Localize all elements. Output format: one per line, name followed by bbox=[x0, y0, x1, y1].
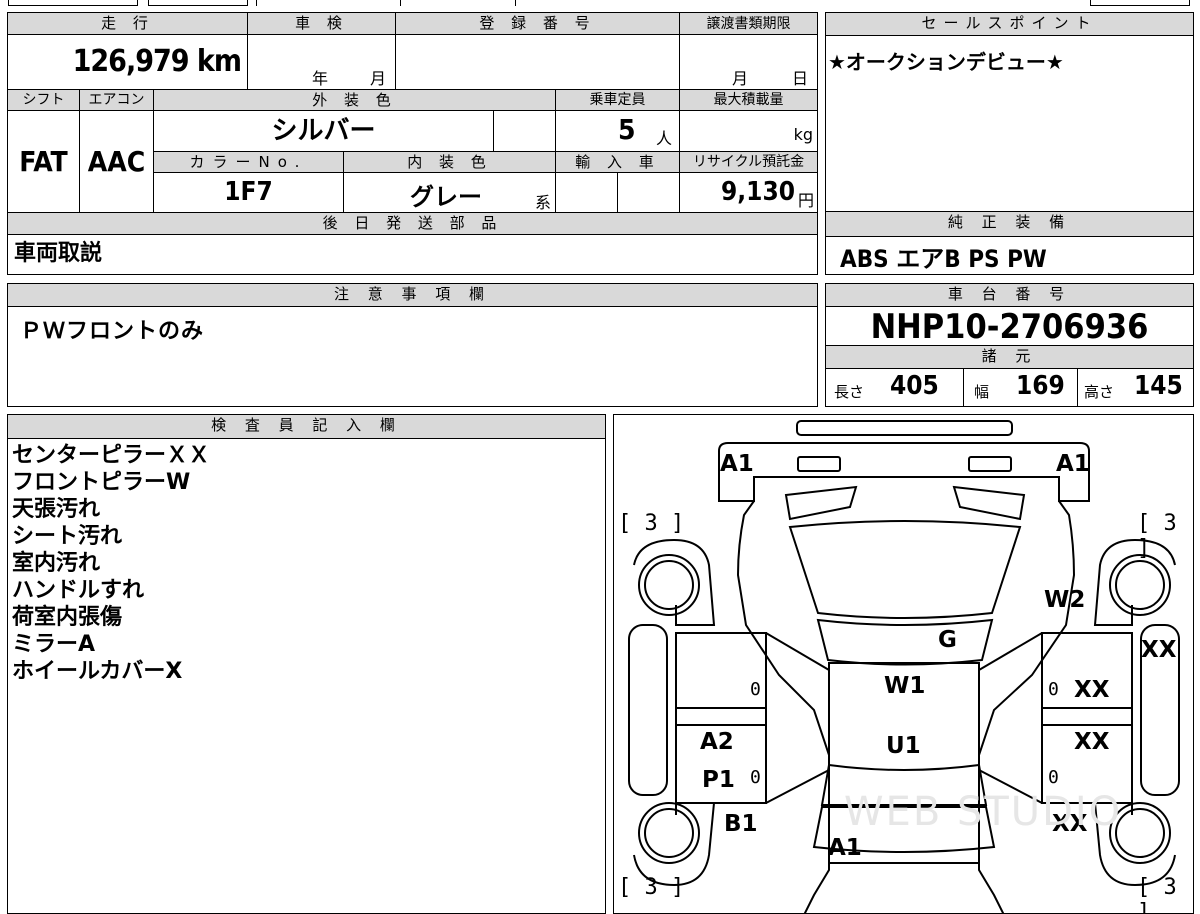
shift-label: シフト bbox=[8, 89, 80, 111]
damage-mark: 0 bbox=[750, 767, 761, 788]
transfer-day: 日 bbox=[792, 69, 809, 88]
inspection-year: 年 bbox=[312, 69, 329, 88]
length-label: 長さ bbox=[834, 383, 865, 401]
inspection-label: 車 検 bbox=[248, 13, 396, 35]
damage-mark: XX bbox=[1141, 637, 1177, 663]
tire-rear-left-label: [ 3 ] bbox=[618, 875, 685, 900]
chassis-value: NHP10-2706936 bbox=[870, 307, 1149, 347]
height-label: 高さ bbox=[1084, 383, 1115, 401]
front-bumper-shape bbox=[796, 420, 1013, 436]
inspector-line: シート汚れ bbox=[12, 524, 123, 549]
import-label: 輸 入 車 bbox=[556, 151, 680, 173]
interior-color-label: 内 装 色 bbox=[344, 151, 556, 173]
notes-label: 注 意 事 項 欄 bbox=[8, 284, 817, 307]
shift-value: FAT bbox=[8, 111, 80, 212]
inspector-line: ハンドルすれ bbox=[12, 578, 145, 603]
registration-label: 登 録 番 号 bbox=[396, 13, 680, 35]
mileage-label: 走 行 bbox=[8, 13, 248, 35]
recycle-label: リサイクル預託金 bbox=[680, 151, 817, 173]
damage-mark: A2 bbox=[700, 729, 734, 755]
windshield-shape bbox=[788, 520, 1022, 619]
vehicle-info-box: 走 行 車 検 登 録 番 号 譲渡書類期限 126,979 km 年 月 月 … bbox=[7, 12, 818, 275]
inspector-label: 検 査 員 記 入 欄 bbox=[8, 415, 605, 439]
wheel-front-left-shape bbox=[638, 554, 700, 616]
inspection-month: 月 bbox=[370, 69, 387, 88]
inspector-line: 室内汚れ bbox=[12, 551, 101, 576]
interior-color-value: グレー bbox=[410, 183, 482, 211]
transfer-label: 譲渡書類期限 bbox=[680, 13, 817, 35]
registration-value bbox=[396, 35, 680, 89]
aircon-label: エアコン bbox=[80, 89, 154, 111]
color-no-value: 1F7 bbox=[154, 173, 344, 212]
inspector-box: 検 査 員 記 入 欄 センターピラーＸＸ フロントピラーW 天張汚れ シート汚… bbox=[7, 414, 606, 914]
damage-mark: W1 bbox=[884, 673, 926, 699]
notes-box: 注 意 事 項 欄 ＰＷフロントのみ bbox=[7, 283, 818, 407]
tire-front-left-label: [ 3 ] bbox=[618, 511, 685, 536]
watermark: WEB STUDIO bbox=[844, 789, 1123, 835]
damage-mark: B1 bbox=[724, 811, 758, 837]
recycle-unit: 円 bbox=[797, 191, 814, 210]
capacity-unit: 人 bbox=[656, 129, 673, 148]
wheel-front-right-shape bbox=[1109, 554, 1171, 616]
inspector-line: フロントピラーW bbox=[12, 470, 191, 495]
aircon-value: AAC bbox=[80, 111, 154, 212]
left-sill-shape bbox=[628, 624, 668, 796]
damage-mark: 0 bbox=[1048, 679, 1059, 700]
damage-mark: W2 bbox=[1044, 587, 1086, 613]
length-value: 405 bbox=[890, 371, 939, 401]
recycle-value: 9,130 bbox=[721, 177, 795, 207]
damage-mark: A1 bbox=[720, 451, 754, 477]
later-parts-value: 車両取説 bbox=[14, 241, 103, 266]
max-load-label: 最大積載量 bbox=[680, 89, 817, 111]
capacity-value: 5 bbox=[618, 113, 636, 146]
damage-mark: XX bbox=[1074, 677, 1110, 703]
inspector-line: センターピラーＸＸ bbox=[12, 443, 211, 468]
later-parts-label: 後 日 発 送 部 品 bbox=[8, 212, 817, 235]
damage-mark: A1 bbox=[1056, 451, 1090, 477]
interior-color-suffix: 系 bbox=[534, 193, 551, 212]
width-value: 169 bbox=[1016, 371, 1065, 401]
exterior-color-label: 外 装 色 bbox=[154, 89, 556, 111]
color-no-label: カラーNo. bbox=[154, 151, 344, 173]
mileage-value: 126,979 km bbox=[8, 35, 248, 89]
front-section-shape bbox=[718, 442, 1090, 502]
sales-point-label: セールスポイント bbox=[826, 13, 1193, 36]
damage-mark: XX bbox=[1074, 729, 1110, 755]
transfer-month: 月 bbox=[732, 69, 749, 88]
chassis-label: 車 台 番 号 bbox=[826, 284, 1193, 307]
damage-mark: P1 bbox=[702, 767, 735, 793]
inspector-line: ミラーA bbox=[12, 632, 96, 657]
standard-equipment-box: 純 正 装 備 ABS エアB PS PW bbox=[825, 211, 1194, 275]
specs-label: 諸 元 bbox=[826, 345, 1193, 369]
car-outline-svg bbox=[628, 420, 1180, 913]
sales-point-box: セールスポイント ★オークションデビュー★ bbox=[825, 12, 1194, 212]
capacity-label: 乗車定員 bbox=[556, 89, 680, 111]
standard-equipment-label: 純 正 装 備 bbox=[826, 212, 1193, 237]
tire-rear-right-label: [ 3 ] bbox=[1137, 875, 1177, 914]
top-strip bbox=[0, 0, 1200, 7]
damage-mark: 0 bbox=[750, 679, 761, 700]
exterior-color-value: シルバー bbox=[154, 111, 494, 151]
tire-front-right-label: [ 3 ] bbox=[1137, 511, 1177, 561]
notes-value: ＰＷフロントのみ bbox=[20, 319, 205, 344]
damage-mark: A1 bbox=[828, 835, 862, 861]
chassis-box: 車 台 番 号 NHP10-2706936 諸 元 長さ 405 幅 169 高… bbox=[825, 283, 1194, 407]
max-load-unit: kg bbox=[793, 125, 813, 144]
wheel-rear-left-shape bbox=[638, 802, 700, 864]
height-value: 145 bbox=[1134, 371, 1183, 401]
inspector-line: 荷室内張傷 bbox=[12, 605, 123, 630]
sales-point-value: ★オークションデビュー★ bbox=[828, 50, 1064, 74]
damage-mark: 0 bbox=[1048, 767, 1059, 788]
damage-mark: U1 bbox=[886, 733, 921, 759]
width-label: 幅 bbox=[974, 383, 990, 401]
damage-mark: G bbox=[938, 627, 957, 653]
inspector-line: 天張汚れ bbox=[12, 497, 101, 522]
standard-equipment-value: ABS エアB PS PW bbox=[840, 245, 1047, 273]
inspector-line: ホイールカバーX bbox=[12, 659, 183, 684]
car-diagram: [ 3 ] [ 3 ] [ 3 ] [ 3 ] A1 A1 W2 G XX W1… bbox=[613, 414, 1194, 914]
